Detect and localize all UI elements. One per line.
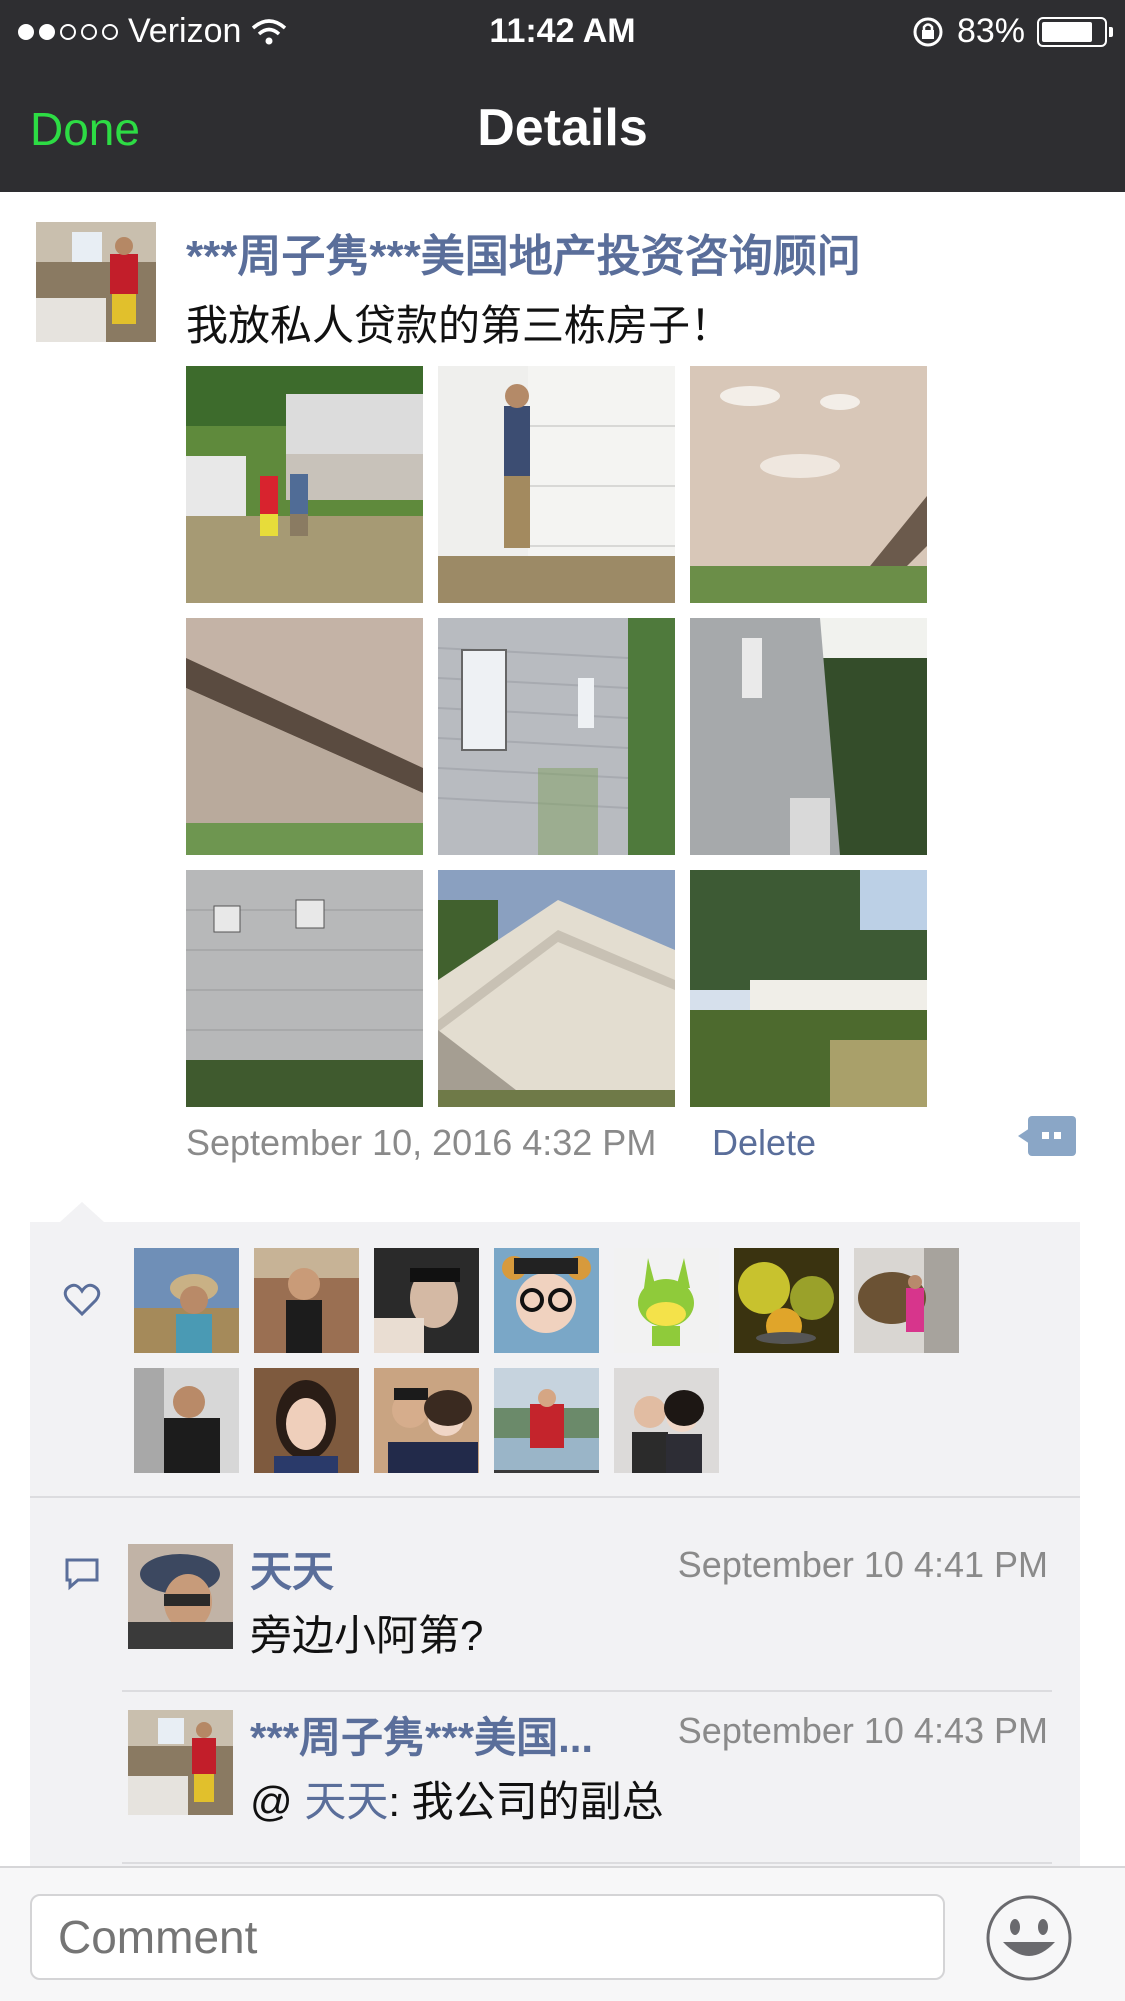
mention-link[interactable]: 天天 <box>304 1778 388 1825</box>
liker-avatar[interactable] <box>614 1248 719 1353</box>
liker-avatar[interactable] <box>134 1248 239 1353</box>
liker-avatar[interactable] <box>854 1248 959 1353</box>
post-timestamp: September 10, 2016 4:32 PM <box>186 1122 657 1163</box>
liker-avatar[interactable] <box>374 1248 479 1353</box>
comment-text[interactable]: 旁边小阿第? <box>250 1602 483 1663</box>
liker-avatar[interactable] <box>494 1248 599 1353</box>
commenter-avatar[interactable] <box>128 1544 233 1649</box>
page-title: Details <box>477 99 648 157</box>
liker-avatar[interactable] <box>134 1368 239 1473</box>
smiley-icon[interactable] <box>985 1894 1073 1982</box>
comment-actions-icon[interactable] <box>1018 1114 1076 1158</box>
comment-input[interactable] <box>30 1894 945 1980</box>
commenter-name[interactable]: ***周子隽***美国... <box>250 1704 593 1765</box>
post-author-name[interactable]: ***周子隽***美国地产投资咨询顾问 <box>186 220 861 284</box>
photo-house-front[interactable] <box>186 366 423 603</box>
liker-avatar[interactable] <box>374 1368 479 1473</box>
section-divider <box>30 1496 1080 1498</box>
liker-avatar[interactable] <box>734 1248 839 1353</box>
commenter-name[interactable]: 天天 <box>250 1538 334 1599</box>
photo-wall-windows[interactable] <box>186 870 423 1107</box>
comment-bubble-icon <box>65 1558 99 1591</box>
navigation-bar: Done Details <box>0 62 1125 192</box>
photo-backyard-fence[interactable] <box>690 870 927 1107</box>
comment-divider <box>122 1690 1052 1692</box>
likers-list <box>134 1248 974 1473</box>
liker-avatar[interactable] <box>614 1368 719 1473</box>
photo-peeling-ceiling[interactable] <box>690 366 927 603</box>
mention-prefix: @ <box>250 1778 305 1825</box>
comment-bar <box>0 1866 1125 2001</box>
rotation-lock-icon <box>913 17 943 46</box>
delete-button[interactable]: Delete <box>712 1122 816 1164</box>
commenter-avatar[interactable] <box>128 1710 233 1815</box>
photo-grid <box>186 366 930 1107</box>
photo-rear-gable[interactable] <box>438 870 675 1107</box>
comment-time: September 10 4:41 PM <box>677 1544 1048 1585</box>
author-avatar[interactable] <box>36 222 156 342</box>
liker-avatar[interactable] <box>254 1248 359 1353</box>
comment-body: : 我公司的副总 <box>388 1778 664 1825</box>
heart-icon <box>63 1283 101 1317</box>
photo-eave-damage[interactable] <box>186 618 423 855</box>
comment-time: September 10 4:43 PM <box>677 1710 1048 1751</box>
photo-side-wall-trees[interactable] <box>690 618 927 855</box>
comment-text[interactable]: @ 天天: 我公司的副总 <box>250 1768 664 1829</box>
liker-avatar[interactable] <box>254 1368 359 1473</box>
battery-icon <box>1037 16 1113 47</box>
interactions-panel: 天天 September 10 4:41 PM 旁边小阿第? ***周子隽***… <box>30 1202 1080 1971</box>
photo-side-siding[interactable] <box>438 618 675 855</box>
status-bar: Verizon 11:42 AM 83% <box>0 0 1125 62</box>
post-text: 我放私人贷款的第三栋房子！ <box>186 302 733 349</box>
liker-avatar[interactable] <box>494 1368 599 1473</box>
battery-percent: 83% <box>956 12 1025 50</box>
photo-garage-door[interactable] <box>438 366 675 603</box>
